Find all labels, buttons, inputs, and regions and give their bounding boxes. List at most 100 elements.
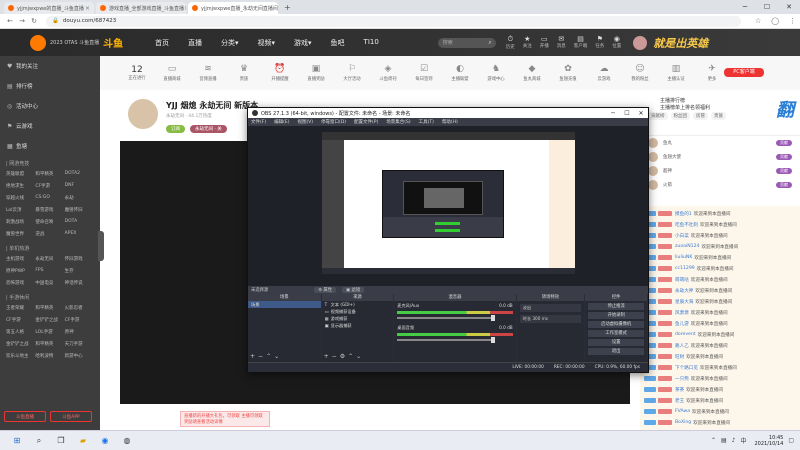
category-item[interactable]: ♛ 贵族 [226, 64, 262, 82]
nav-item[interactable]: 直播 [188, 38, 202, 48]
sidebar-game-link[interactable]: 中国电竞 [35, 280, 64, 286]
subscribe-button[interactable]: 订阅 [166, 125, 185, 133]
header-client[interactable]: ▤ 客户端 [574, 35, 588, 50]
sidebar-game-link[interactable]: 金铲铲之战 [35, 317, 64, 323]
obs-menu-item[interactable]: 停靠窗口(D) [321, 119, 346, 125]
sidebar-game-link[interactable]: 新游中心 [65, 353, 94, 359]
clock[interactable]: 10:45 2021/10/14 [755, 435, 784, 447]
control-button[interactable]: 工作室模式 [588, 330, 644, 337]
obs-menu-item[interactable]: 工具(T) [419, 119, 434, 125]
chat-username[interactable]: dorevent [675, 332, 696, 337]
close-tab-icon[interactable]: × [184, 5, 186, 12]
obs-taskbar-icon[interactable]: ◍ [116, 436, 138, 445]
sidebar-game-link[interactable]: 永劫无间 [35, 256, 64, 262]
sidebar-item-fishpond[interactable]: ▦ 鱼塘 [0, 136, 100, 156]
profile-icon[interactable]: ◯ [771, 17, 779, 25]
promo-tip[interactable]: 直播新的开播大礼包，可领取 主播可领取奖励请查看活动详情 [180, 411, 270, 427]
source-item[interactable]: T 文本 (GDI+) [322, 301, 394, 308]
sidebar-game-link[interactable]: 穿越火线 [6, 195, 35, 201]
chat-username[interactable]: 茶茶 [675, 387, 684, 393]
gear-icon[interactable]: ⚙ [340, 353, 345, 360]
sidebar-item-rank[interactable]: ▤ 排行榜 [0, 76, 100, 96]
category-item[interactable]: ◐ 主播联盟 [442, 64, 478, 82]
obs-menu-item[interactable]: 配置文件(P) [354, 119, 378, 125]
properties-button[interactable]: ⚙ 属性 [314, 287, 336, 293]
contributor-row[interactable]: 鱼翅大使 贡献 [640, 150, 800, 164]
live-count[interactable]: 12 正在进行 [120, 65, 154, 81]
header-messages[interactable]: ✉ 消息 [557, 35, 566, 50]
obs-menu-item[interactable]: 编辑(E) [274, 119, 289, 125]
scene-item[interactable]: 场景 [248, 301, 321, 308]
chat-username[interactable]: cc11299 [675, 266, 695, 271]
chat-username[interactable]: 鱼儿游 [675, 321, 689, 327]
header-broadcast[interactable]: ▭ 开播 [540, 35, 549, 50]
contributor-row[interactable]: 火箭 贡献 [640, 178, 800, 192]
sidebar-game-link[interactable]: 主机游戏 [6, 256, 35, 262]
chat-username[interactable]: 小白菜 [675, 233, 689, 239]
add-icon[interactable]: + [250, 353, 255, 360]
source-item[interactable]: ▦ 游戏捕获 [322, 315, 394, 322]
obs-menu-item[interactable]: 场景集合(S) [386, 119, 410, 125]
chat-username[interactable]: 风萧萧 [675, 310, 689, 316]
sidebar-game-link[interactable]: 魔兽怀旧 [65, 207, 94, 213]
streamer-avatar[interactable] [126, 97, 160, 131]
sidebar-game-link[interactable]: 第五人格 [6, 329, 35, 335]
maximize-button[interactable]: ☐ [620, 110, 634, 117]
network-icon[interactable]: ▤ [721, 437, 727, 444]
sidebar-game-link[interactable]: 魔兽世界 [6, 231, 35, 237]
rank-tab[interactable]: 贡献榜 [648, 112, 668, 120]
sidebar-item-events[interactable]: ◎ 活动中心 [0, 96, 100, 116]
sidebar-game-link[interactable]: DOTA [65, 219, 94, 225]
reload-icon[interactable]: ↻ [28, 17, 40, 25]
nav-item[interactable]: 视频▾ [258, 38, 276, 48]
category-item[interactable]: ≋ 音频直播 [190, 64, 226, 82]
sidebar-item-cloud-game[interactable]: ⚑ 云游戏 [0, 116, 100, 136]
sidebar-game-link[interactable]: FPS [35, 268, 64, 274]
notification-icon[interactable]: ▢ [788, 437, 794, 444]
sidebar-game-link[interactable]: 金铲铲之战 [6, 341, 35, 347]
user-avatar[interactable] [633, 35, 648, 50]
minimize-button[interactable]: ─ [734, 0, 756, 14]
down-arrow-icon[interactable]: ⌄ [274, 353, 279, 360]
obs-preview[interactable] [248, 126, 648, 286]
category-item[interactable]: ▥ 主播认证 [658, 64, 694, 82]
sidebar-game-link[interactable]: APEX [65, 231, 94, 237]
input-language[interactable]: 中 [740, 436, 746, 445]
sidebar-game-link[interactable]: DNF [65, 183, 94, 189]
sidebar-game-link[interactable]: 和平精英 [35, 171, 64, 177]
maximize-button[interactable]: ☐ [756, 0, 778, 14]
up-arrow-icon[interactable]: ⌃ [266, 353, 271, 360]
category-item[interactable]: ◈ 斗鱼周刊 [370, 64, 406, 82]
nav-item[interactable]: 分类▾ [221, 38, 239, 48]
category-item[interactable]: ☑ 每日签到 [406, 64, 442, 82]
chat-username[interactable]: FVAwa [675, 409, 690, 414]
task-view-icon[interactable]: ❐ [50, 436, 72, 445]
windows-start-icon[interactable]: ⊞ [6, 436, 28, 445]
sidebar-game-link[interactable]: CF手游 [6, 317, 35, 323]
obs-menu-item[interactable]: 帮助(H) [442, 119, 458, 125]
nav-item[interactable]: 首页 [155, 38, 169, 48]
sidebar-game-link[interactable]: 怀旧游戏 [65, 256, 94, 262]
category-item[interactable]: ◆ 鱼丸商城 [514, 64, 550, 82]
nav-item[interactable]: 游戏▾ [294, 38, 312, 48]
sidebar-game-link[interactable]: 永劫 [65, 195, 94, 201]
remove-icon[interactable]: − [332, 353, 337, 360]
sidebar-game-link[interactable]: 原神 [65, 329, 94, 335]
category-item[interactable]: ⏰ 开播提醒 [262, 64, 298, 82]
sidebar-game-link[interactable]: 生存 [65, 268, 94, 274]
sidebar-game-link[interactable]: CS:GO [35, 195, 64, 201]
address-bar[interactable]: 🔒 douyu.com/687423 [46, 15, 742, 27]
obs-menu-item[interactable]: 文件(F) [251, 119, 266, 125]
chat-username[interactable]: 萌萌哒 [675, 277, 689, 283]
sidebar-game-link[interactable]: CF手游 [65, 317, 94, 323]
douyu-app-button[interactable]: 斗鱼APP [50, 411, 92, 422]
transition-select[interactable]: 淡出 [519, 304, 582, 312]
chat-username[interactable]: 摸鱼的1 [675, 211, 692, 217]
search-icon[interactable]: ⌕ [488, 39, 491, 47]
source-item[interactable]: ▣ 显示器捕获 [322, 322, 394, 329]
add-icon[interactable]: + [324, 353, 329, 360]
control-button[interactable]: 停止推流 [588, 303, 644, 310]
sidebar-game-link[interactable]: Lol云顶 [6, 207, 35, 213]
sidebar-collapse-handle[interactable] [98, 231, 104, 261]
sidebar-game-link[interactable]: 欢乐斗地主 [6, 353, 35, 359]
